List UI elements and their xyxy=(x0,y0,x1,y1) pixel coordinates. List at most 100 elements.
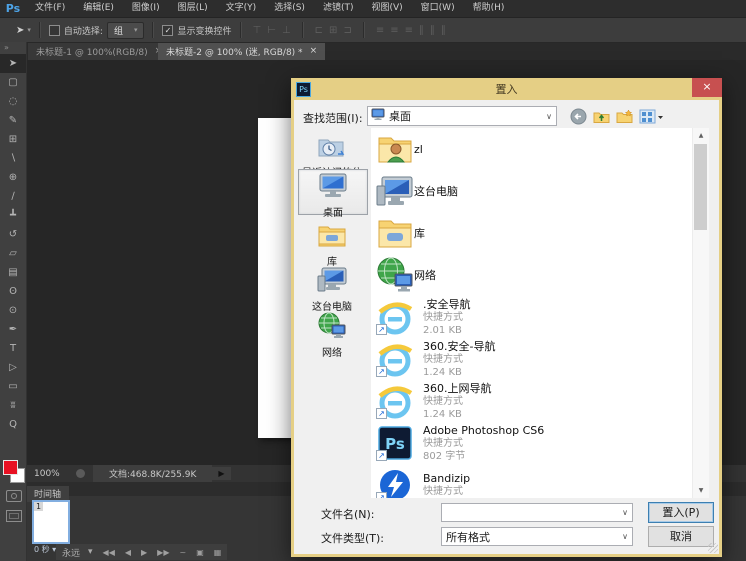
sidebar-item-libraries[interactable]: 库 xyxy=(298,222,366,268)
status-popup-arrow-icon[interactable]: ▶ xyxy=(212,467,230,480)
cancel-button[interactable]: 取消 xyxy=(648,526,714,547)
screen-mode-icon[interactable] xyxy=(6,510,22,522)
file-item-libraries[interactable]: 库 xyxy=(371,212,692,254)
scroll-up-icon[interactable]: ▲ xyxy=(693,128,709,143)
distribute-right-edges-icon[interactable]: ∥ xyxy=(441,25,446,36)
align-horizontal-centers-icon[interactable]: ⊞ xyxy=(329,25,337,36)
status-icon xyxy=(76,469,85,478)
distribute-left-edges-icon[interactable]: ∥ xyxy=(419,25,424,36)
scrollbar-thumb[interactable] xyxy=(694,144,707,230)
rectangular-marquee-tool[interactable]: ▢ xyxy=(0,73,26,92)
file-item-zl[interactable]: zl xyxy=(371,128,692,170)
align-vertical-centers-icon[interactable]: ⊢ xyxy=(267,25,276,36)
distribute-top-edges-icon[interactable]: ≡ xyxy=(376,25,384,36)
view-menu-icon[interactable] xyxy=(639,108,663,125)
eyedropper-tool[interactable]: ∖ xyxy=(0,149,26,168)
menu-help[interactable]: 帮助(H) xyxy=(464,0,514,17)
auto-select-checkbox[interactable] xyxy=(49,25,60,36)
brush-tool[interactable]: ∕ xyxy=(0,187,26,206)
dodge-tool[interactable]: ⊙ xyxy=(0,301,26,320)
document-size-info[interactable]: 文档:468.8K/255.9K xyxy=(93,465,212,482)
type-tool[interactable]: T xyxy=(0,339,26,358)
delete-frame-icon[interactable]: ▦ xyxy=(214,548,222,557)
quick-selection-tool[interactable]: ✎ xyxy=(0,111,26,130)
loop-dropdown[interactable]: 永远 ▾ xyxy=(62,546,93,559)
first-frame-icon[interactable]: ◀◀ xyxy=(103,548,115,557)
rectangle-tool[interactable]: ▭ xyxy=(0,377,26,396)
crop-tool[interactable]: ⊞ xyxy=(0,130,26,149)
network-icon xyxy=(376,256,414,294)
distribute-bottom-edges-icon[interactable]: ≡ xyxy=(405,25,413,36)
play-icon[interactable]: ▶ xyxy=(141,548,147,557)
file-item-bandizip[interactable]: ↗ Bandizip 快捷方式 xyxy=(371,464,692,498)
scroll-down-icon[interactable]: ▼ xyxy=(693,483,709,498)
close-button[interactable]: × xyxy=(692,78,722,97)
previous-frame-icon[interactable]: ◀ xyxy=(125,548,131,557)
distribute-vertical-centers-icon[interactable]: ≡ xyxy=(390,25,398,36)
menu-layer[interactable]: 图层(L) xyxy=(169,0,217,17)
quick-mask-icon[interactable] xyxy=(6,490,22,502)
zoom-tool[interactable]: Q xyxy=(0,415,26,434)
menu-select[interactable]: 选择(S) xyxy=(265,0,314,17)
menu-window[interactable]: 窗口(W) xyxy=(412,0,464,17)
file-item-photoshop[interactable]: Ps ↗ Adobe Photoshop CS6 快捷方式 802 字节 xyxy=(371,422,692,464)
file-type-label: 文件类型(T): xyxy=(321,530,384,546)
duplicate-frame-icon[interactable]: ▣ xyxy=(196,548,204,557)
animation-frame-1[interactable]: 1 xyxy=(32,500,70,544)
menu-image[interactable]: 图像(I) xyxy=(123,0,169,17)
foreground-color-swatch[interactable] xyxy=(3,460,18,475)
file-name-input[interactable] xyxy=(442,506,618,519)
sidebar-item-desktop[interactable]: 桌面 xyxy=(298,169,368,215)
align-bottom-edges-icon[interactable]: ⊥ xyxy=(282,25,291,36)
pen-tool[interactable]: ✒ xyxy=(0,320,26,339)
path-selection-tool[interactable]: ▷ xyxy=(0,358,26,377)
align-left-edges-icon[interactable]: ⊏ xyxy=(315,25,323,36)
menu-filter[interactable]: 滤镜(T) xyxy=(314,0,363,17)
file-item-this-pc[interactable]: 这台电脑 xyxy=(371,170,692,212)
file-item-network[interactable]: 网络 xyxy=(371,254,692,296)
next-frame-icon[interactable]: ▶▶ xyxy=(157,548,169,557)
frame-delay-dropdown[interactable]: 0 秒 ▾ xyxy=(34,544,56,555)
history-brush-tool[interactable]: ↺ xyxy=(0,225,26,244)
gradient-tool[interactable]: ▤ xyxy=(0,263,26,282)
align-top-edges-icon[interactable]: ⊤ xyxy=(253,25,262,36)
file-item-360-web-nav[interactable]: ↗ 360.上网导航 快捷方式 1.24 KB xyxy=(371,380,692,422)
zoom-level-field[interactable]: 100% xyxy=(34,469,68,479)
close-icon[interactable]: × xyxy=(310,46,318,56)
menu-type[interactable]: 文字(Y) xyxy=(217,0,266,17)
back-button-icon[interactable] xyxy=(570,108,587,125)
tools-panel-collapse-icon[interactable]: » xyxy=(0,42,26,54)
place-button[interactable]: 置入(P) xyxy=(648,502,714,523)
move-tool[interactable]: ➤ xyxy=(0,54,26,73)
dialog-titlebar[interactable]: Ps 置入 × xyxy=(291,78,722,100)
menu-view[interactable]: 视图(V) xyxy=(362,0,411,17)
menu-file[interactable]: 文件(F) xyxy=(26,0,74,17)
file-type-dropdown[interactable]: 所有格式 ∨ xyxy=(441,527,633,546)
document-tab-2[interactable]: 未标题-2 @ 100% (迷, RGB/8) * × xyxy=(158,42,325,60)
blur-tool[interactable]: ʘ xyxy=(0,282,26,301)
up-one-level-icon[interactable] xyxy=(593,108,610,125)
align-right-edges-icon[interactable]: ⊐ xyxy=(343,25,351,36)
sidebar-item-this-pc[interactable]: 这台电脑 xyxy=(298,266,366,313)
document-tab-1[interactable]: 未标题-1 @ 100%(RGB/8) × xyxy=(28,42,170,60)
auto-select-dropdown[interactable]: 组 ▾ xyxy=(107,22,145,39)
lasso-tool[interactable]: ◌ xyxy=(0,92,26,111)
file-item-360-safe-nav[interactable]: ↗ 360.安全-导航 快捷方式 1.24 KB xyxy=(371,338,692,380)
file-item-safe-nav[interactable]: ↗ .安全导航 快捷方式 2.01 KB xyxy=(371,296,692,338)
resize-grip[interactable] xyxy=(708,543,718,553)
eraser-tool[interactable]: ▱ xyxy=(0,244,26,263)
clone-stamp-tool[interactable]: ┻ xyxy=(0,206,26,225)
new-folder-icon[interactable] xyxy=(616,108,633,125)
user-folder-icon xyxy=(376,130,414,168)
menu-edit[interactable]: 编辑(E) xyxy=(74,0,123,17)
file-name-combobox[interactable]: ∨ xyxy=(441,503,633,522)
file-list-scrollbar[interactable]: ▲ ▼ xyxy=(692,128,709,498)
show-transform-checkbox[interactable]: ✓ xyxy=(162,25,173,36)
hand-tool[interactable]: ʬ xyxy=(0,396,26,415)
tool-preset-arrow-icon[interactable]: ▾ xyxy=(27,26,31,34)
spot-healing-brush-tool[interactable]: ⊕ xyxy=(0,168,26,187)
distribute-horizontal-centers-icon[interactable]: ∥ xyxy=(430,25,435,36)
sidebar-item-network[interactable]: 网络 xyxy=(298,312,366,359)
look-in-dropdown[interactable]: 桌面 ∨ xyxy=(367,106,557,126)
tween-icon[interactable]: ~ xyxy=(179,548,186,557)
